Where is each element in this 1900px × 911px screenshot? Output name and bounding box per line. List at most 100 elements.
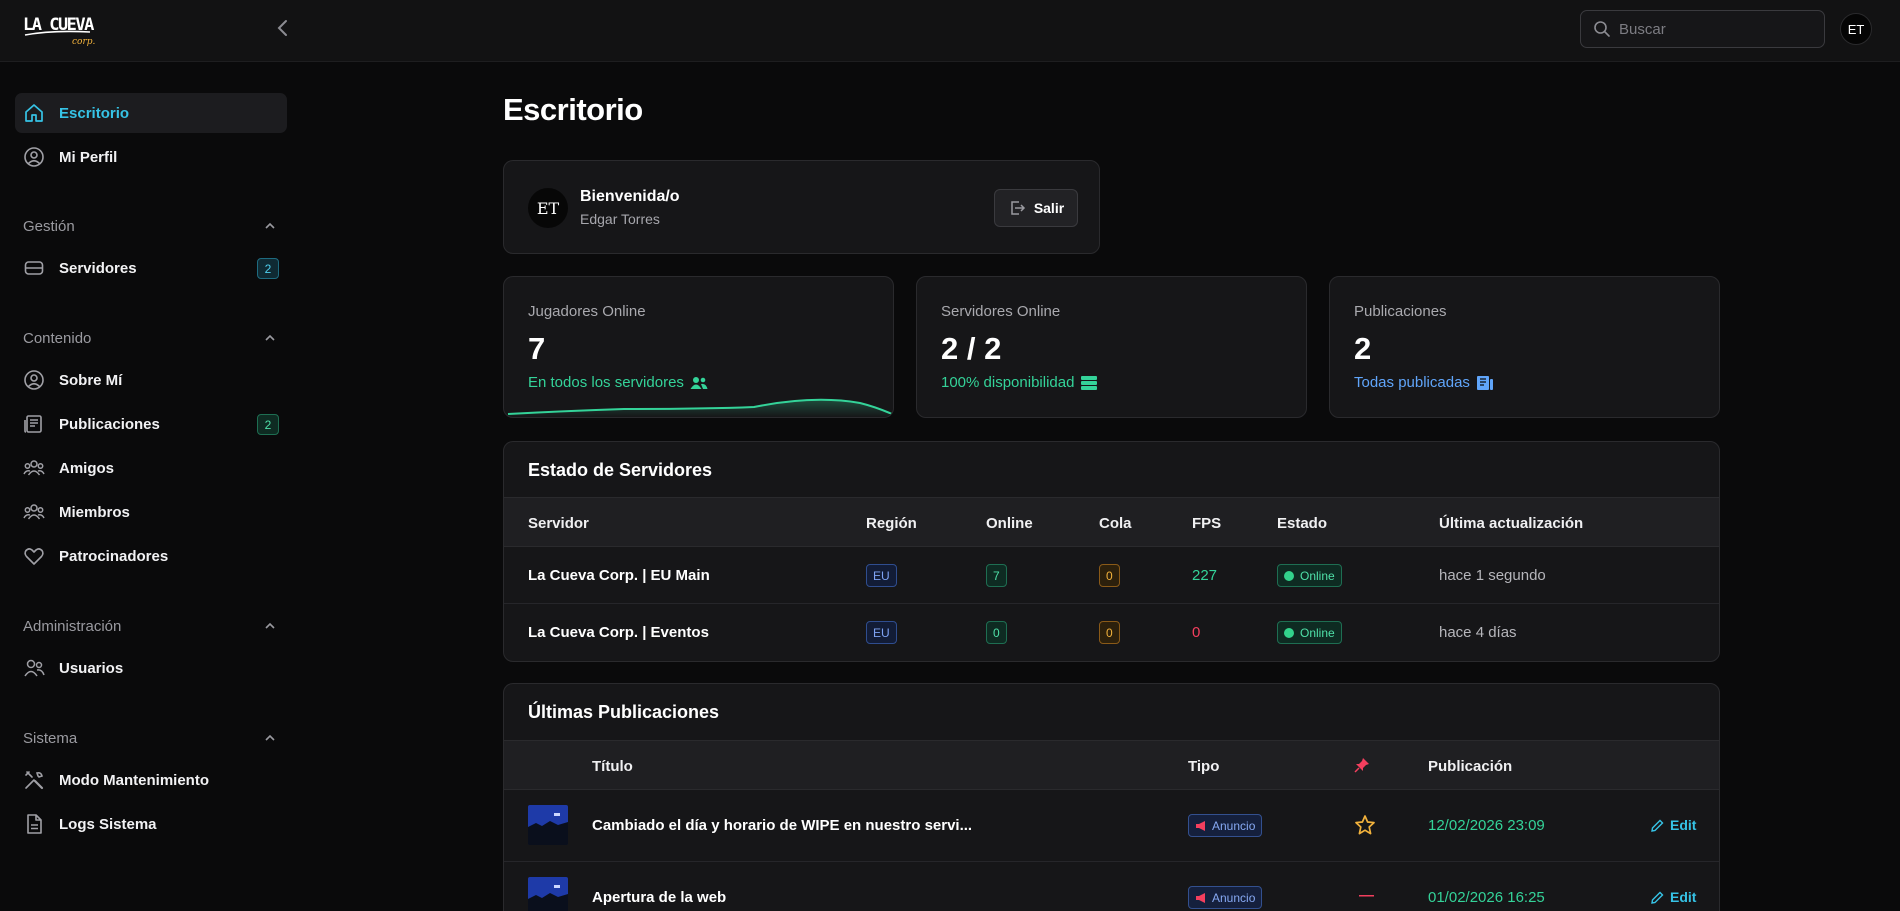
chevron-up-icon <box>265 222 275 229</box>
servers-table-title: Estado de Servidores <box>528 460 713 480</box>
post-title[interactable]: Apertura de la web <box>592 889 726 906</box>
col-header-cola: Cola <box>1099 515 1132 532</box>
edit-post-button[interactable]: Edit <box>1650 889 1696 905</box>
sidebar-item-servidores[interactable]: Servidores 2 <box>15 248 287 288</box>
sidebar-item-publicaciones[interactable]: Publicaciones 2 <box>15 404 287 444</box>
pencil-icon <box>1651 819 1664 832</box>
table-row[interactable]: La Cueva Corp. | Eventos EU 0 0 0 Online… <box>504 604 1719 661</box>
post-thumbnail <box>528 805 568 845</box>
table-row[interactable]: Apertura de la web Anuncio — 01/02/2026 … <box>504 862 1719 911</box>
sidebar-item-label: Miembros <box>59 503 130 521</box>
region-badge: EU <box>866 621 897 644</box>
players-sparkline <box>507 398 893 417</box>
search-box[interactable] <box>1580 10 1825 48</box>
stat-subtext-label: Todas publicadas <box>1354 374 1470 391</box>
latest-posts-card: Últimas Publicaciones Título Tipo Public… <box>503 683 1720 911</box>
sidebar-item-label: Usuarios <box>59 659 124 677</box>
stat-subtext: 100% disponibilidad <box>941 374 1098 391</box>
search-input[interactable] <box>1619 20 1799 38</box>
user-avatar[interactable]: ET <box>1840 13 1872 45</box>
sidebar-item-label: Patrocinadores <box>59 547 169 565</box>
stat-card-players: Jugadores Online 7 En todos los servidor… <box>503 276 894 418</box>
stat-subtext: Todas publicadas <box>1354 374 1494 391</box>
home-icon <box>23 102 45 124</box>
sidebar-item-label: Sobre Mí <box>59 371 123 389</box>
logout-button[interactable]: Salir <box>994 189 1078 227</box>
megaphone-icon <box>1196 820 1205 831</box>
edit-post-button[interactable]: Edit <box>1650 817 1696 833</box>
status-badge: Online <box>1277 564 1342 587</box>
sidebar-item-mi-perfil[interactable]: Mi Perfil <box>15 137 287 177</box>
chevron-up-icon <box>265 622 275 629</box>
stat-card-posts: Publicaciones 2 Todas publicadas <box>1329 276 1720 418</box>
fps-value: 0 <box>1192 624 1201 641</box>
section-administracion-header[interactable]: Administración <box>23 615 277 637</box>
welcome-greeting: Bienvenida/o <box>580 188 680 205</box>
section-contenido-header[interactable]: Contenido <box>23 327 277 349</box>
welcome-user-name: Edgar Torres <box>580 211 660 227</box>
pin-toggle[interactable] <box>1354 814 1376 840</box>
table-row[interactable]: La Cueva Corp. | EU Main EU 7 0 227 Onli… <box>504 547 1719 604</box>
edit-label: Edit <box>1670 817 1697 833</box>
sidebar-item-label: Logs Sistema <box>59 815 157 833</box>
server-name: La Cueva Corp. | Eventos <box>528 624 709 641</box>
newspaper-icon <box>1476 375 1493 390</box>
sidebar-item-label: Escritorio <box>59 104 130 122</box>
stat-label: Publicaciones <box>1354 303 1447 320</box>
user-circle-icon <box>23 369 45 391</box>
sidebar-item-label: Amigos <box>59 459 115 477</box>
sidebar-item-escritorio[interactable]: Escritorio <box>15 93 287 133</box>
sidebar-item-label: Publicaciones <box>59 415 160 433</box>
stat-subtext-label: 100% disponibilidad <box>941 374 1075 391</box>
stat-value: 2 <box>1354 331 1372 366</box>
user-circle-icon <box>23 146 45 168</box>
status-dot-icon <box>1284 570 1294 581</box>
stat-label: Jugadores Online <box>528 303 646 320</box>
updated-time: hace 4 días <box>1439 624 1517 641</box>
avatar: ET <box>528 188 568 228</box>
stat-label: Servidores Online <box>941 303 1061 320</box>
logout-icon <box>1011 201 1025 215</box>
logo[interactable]: LA CUEVA corp. <box>22 10 98 47</box>
post-type-label: Anuncio <box>1212 890 1256 905</box>
section-sistema-header[interactable]: Sistema <box>23 727 277 749</box>
server-name: La Cueva Corp. | EU Main <box>528 567 710 584</box>
status-dot-icon <box>1284 627 1294 638</box>
sidebar-item-logs-sistema[interactable]: Logs Sistema <box>15 804 287 844</box>
collapse-sidebar-button[interactable] <box>272 16 294 40</box>
newspaper-icon <box>23 413 45 435</box>
users-icon <box>23 457 45 479</box>
post-date: 01/02/2026 16:25 <box>1428 889 1545 906</box>
sidebar-item-label: Mi Perfil <box>59 148 118 166</box>
pin-icon <box>1354 757 1370 777</box>
sidebar-item-usuarios[interactable]: Usuarios <box>15 648 287 688</box>
file-icon <box>23 813 45 835</box>
fps-value: 227 <box>1192 567 1218 584</box>
table-row[interactable]: Cambiado el día y horario de WIPE en nue… <box>504 790 1719 862</box>
servers-table-header: Servidor Región Online Cola FPS Estado Ú… <box>504 497 1719 547</box>
sidebar-item-miembros[interactable]: Miembros <box>15 492 287 532</box>
count-badge: 2 <box>257 258 279 279</box>
not-pinned-indicator[interactable]: — <box>1359 887 1374 904</box>
posts-table-title: Últimas Publicaciones <box>528 702 720 722</box>
post-title[interactable]: Cambiado el día y horario de WIPE en nue… <box>592 817 972 834</box>
star-icon <box>1355 815 1375 835</box>
sidebar-item-amigos[interactable]: Amigos <box>15 448 287 488</box>
queue-count-badge: 0 <box>1099 564 1120 587</box>
post-date: 12/02/2026 23:09 <box>1428 817 1545 834</box>
logout-label: Salir <box>1033 200 1065 216</box>
sidebar-item-sobre-mi[interactable]: Sobre Mí <box>15 360 287 400</box>
col-header-region: Región <box>866 515 917 532</box>
edit-label: Edit <box>1670 889 1697 905</box>
server-icon <box>1081 375 1098 390</box>
users-icon <box>23 657 45 679</box>
online-count-badge: 0 <box>986 621 1007 644</box>
updated-time: hace 1 segundo <box>1439 567 1546 584</box>
tools-icon <box>23 769 45 791</box>
page-title: Escritorio <box>503 92 643 127</box>
chevron-left-icon <box>277 20 287 36</box>
sidebar-item-patrocinadores[interactable]: Patrocinadores <box>15 536 287 576</box>
section-gestion-header[interactable]: Gestión <box>23 215 277 237</box>
col-header-fps: FPS <box>1192 515 1222 532</box>
sidebar-item-modo-mantenimiento[interactable]: Modo Mantenimiento <box>15 760 287 800</box>
